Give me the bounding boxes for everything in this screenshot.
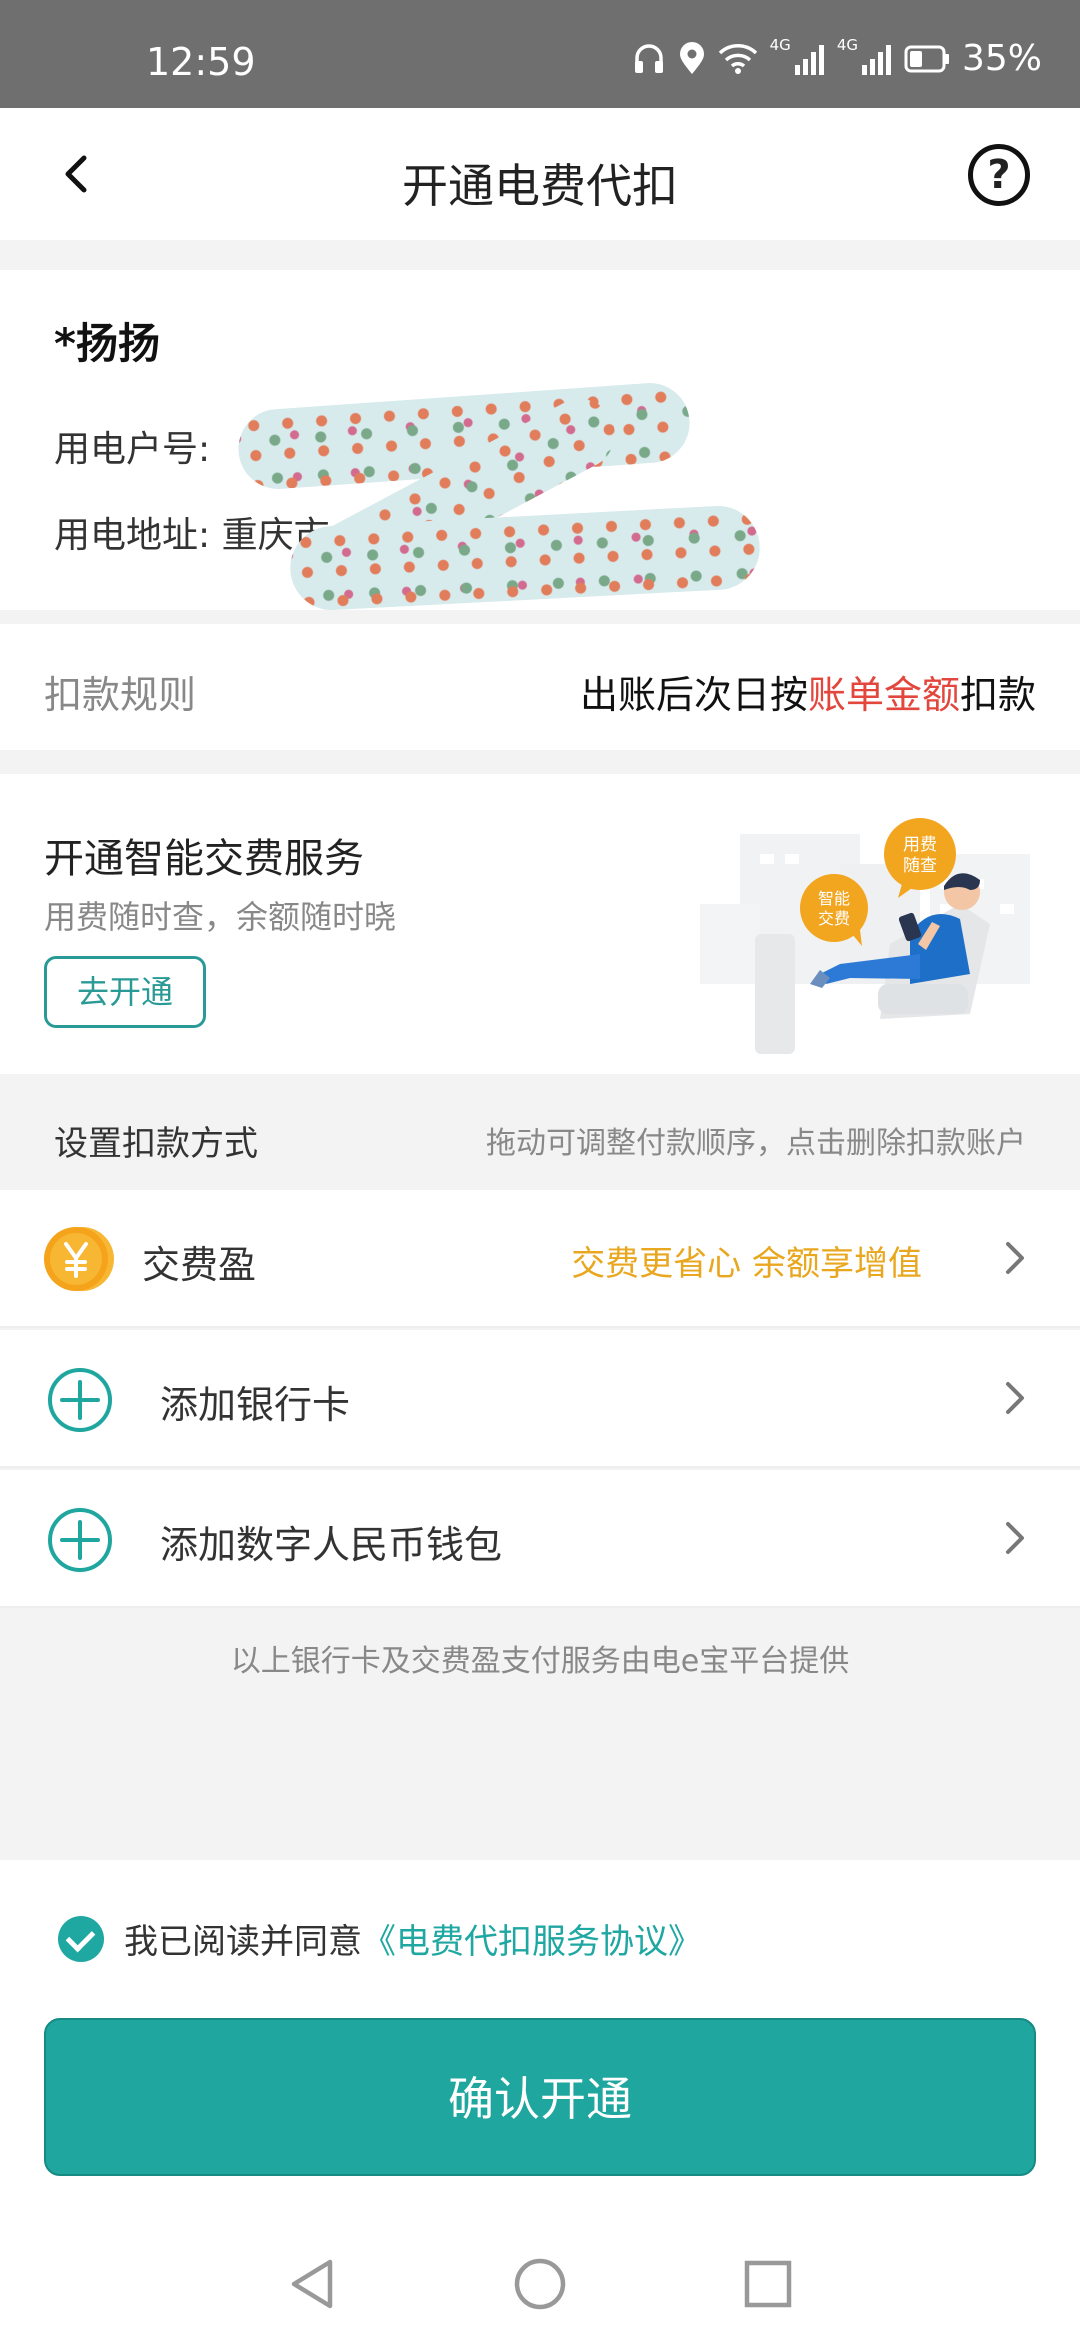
- agreement-checkbox[interactable]: [58, 1915, 104, 1962]
- page-title: 开通电费代扣: [402, 159, 678, 213]
- payment-method-hint: 拖动可调整付款顺序，点击删除扣款账户: [486, 1126, 1026, 1161]
- network-badge: 4G: [769, 35, 791, 54]
- bubble-text: 随查: [903, 856, 937, 876]
- rule-label: 扣款规则: [44, 673, 197, 717]
- account-name: *扬扬: [54, 319, 160, 368]
- smart-payment-promo: 开通智能交费服务 用费随时查，余额随时晓 去开通 用费 随查 智能 交费: [0, 774, 1080, 1074]
- add-bank-card-row[interactable]: 添加银行卡: [0, 1330, 1080, 1468]
- signal-icon: [794, 44, 824, 75]
- battery-percent: 35%: [961, 38, 1042, 79]
- system-navigation-bar: [0, 2232, 1080, 2340]
- wifi-icon: [718, 43, 757, 74]
- chevron-right-icon: [1006, 1382, 1024, 1414]
- account-address-label: 用电地址:: [54, 515, 211, 556]
- activate-smart-service-button[interactable]: 去开通: [44, 956, 206, 1028]
- status-bar: 12:59 4G 4G 35%: [0, 0, 1080, 108]
- account-card: *扬扬 用电户号: 用电地址: 重庆市: [0, 270, 1080, 613]
- battery-icon: [904, 45, 949, 72]
- location-icon: [679, 41, 704, 74]
- deduction-rule: 扣款规则 出账后次日按账单金额扣款: [0, 624, 1080, 750]
- provider-note: 以上银行卡及交费盈支付服务由电e宝平台提供: [230, 1644, 850, 1679]
- network-badge-2: 4G: [836, 35, 858, 54]
- account-number-label: 用电户号:: [54, 429, 211, 470]
- rule-value-prefix: 出账后次日按: [579, 673, 808, 717]
- promo-text: 交费更省心 余额享增值: [571, 1244, 922, 1284]
- bubble-text: 用费: [903, 835, 937, 855]
- payment-method-label: 交费盈: [142, 1243, 257, 1287]
- smart-service-subtitle: 用费随时查，余额随时晓: [44, 898, 397, 936]
- rule-value-highlight: 账单金额: [807, 673, 960, 717]
- payment-method-label: 添加银行卡: [160, 1383, 351, 1427]
- chevron-right-icon: [1006, 1242, 1024, 1274]
- add-digital-rmb-wallet-row[interactable]: 添加数字人民币钱包: [0, 1470, 1080, 1608]
- account-number-row: 用电户号:: [54, 420, 210, 472]
- payment-method-jiaofeiying[interactable]: 交费盈 交费更省心 余额享增值: [0, 1190, 1080, 1328]
- nav-recents-icon[interactable]: [740, 2254, 796, 2314]
- rule-value: 出账后次日按账单金额扣款: [580, 664, 1036, 719]
- status-time: 12:59: [146, 40, 256, 84]
- plus-circle-icon: [48, 1368, 112, 1432]
- agreement-row: 我已阅读并同意 《电费代扣服务协议》: [58, 1914, 702, 1963]
- agreement-text: 我已阅读并同意: [124, 1922, 362, 1962]
- agreement-link[interactable]: 《电费代扣服务协议》: [362, 1914, 702, 1963]
- signal-icon: [861, 44, 891, 75]
- person-with-phone-illustration: 用费 随查 智能 交费: [700, 818, 1030, 1054]
- confirm-activate-button[interactable]: 确认开通: [44, 2018, 1036, 2176]
- nav-back-icon[interactable]: [284, 2254, 340, 2314]
- payment-method-title: 设置扣款方式: [54, 1124, 258, 1164]
- account-address-row: 用电地址: 重庆市: [54, 506, 330, 558]
- payment-method-label: 添加数字人民币钱包: [160, 1523, 503, 1567]
- headphones-icon: [634, 43, 663, 73]
- top-navigation: 开通电费代扣 ?: [0, 108, 1080, 240]
- plus-circle-icon: [48, 1508, 112, 1572]
- nav-home-icon[interactable]: [512, 2254, 568, 2314]
- bubble-text: 交费: [818, 909, 850, 928]
- help-icon[interactable]: ?: [968, 144, 1030, 206]
- bottom-panel: 我已阅读并同意 《电费代扣服务协议》 确认开通: [0, 1860, 1080, 2340]
- status-icons: 4G 4G 35%: [632, 35, 1042, 79]
- rule-value-suffix: 扣款: [959, 673, 1036, 717]
- payment-method-header: 设置扣款方式 拖动可调整付款顺序，点击删除扣款账户: [0, 1074, 1080, 1190]
- bubble-text: 智能: [818, 889, 850, 908]
- smart-service-title: 开通智能交费服务: [44, 836, 364, 882]
- yuan-coin-icon: [44, 1227, 114, 1291]
- chevron-right-icon: [1006, 1522, 1024, 1554]
